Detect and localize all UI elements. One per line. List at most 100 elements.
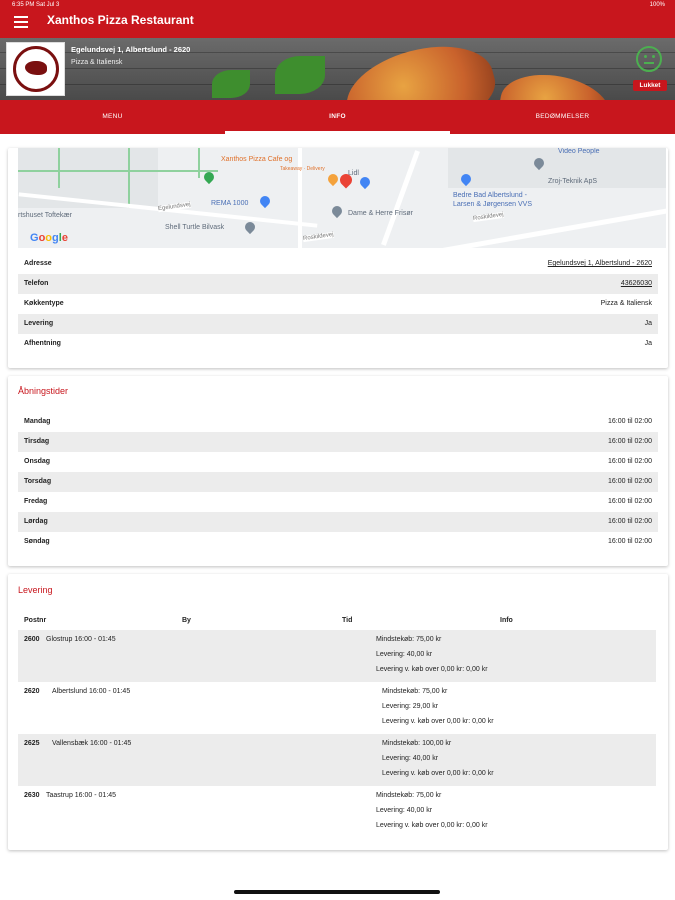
hours-time: 16:00 til 02:00 — [608, 418, 652, 425]
hours-row: Søndag 16:00 til 02:00 — [18, 532, 658, 552]
delivery-city-time: Albertslund 16:00 - 01:45 — [52, 688, 131, 695]
info-card: Xanthos Pizza Cafe og Takeaway · Deliver… — [8, 148, 668, 368]
banner-cuisine: Pizza & Italiensk — [71, 59, 123, 66]
map-label-shell: Shell Turtle Bilvask — [165, 224, 225, 231]
hours-row: Mandag 16:00 til 02:00 — [18, 412, 658, 432]
basil-leaf-image — [275, 56, 325, 94]
opening-hours-title: Åbningstider — [18, 386, 69, 396]
hamburger-menu-icon[interactable] — [14, 16, 28, 30]
info-label: Adresse — [24, 260, 52, 267]
hours-day: Torsdag — [24, 478, 52, 485]
tab-info[interactable]: INFO — [225, 100, 450, 134]
battery-indicator: 100% — [649, 2, 665, 8]
map-pin-icon — [201, 169, 217, 185]
app-bar: Xanthos Pizza Restaurant — [0, 10, 675, 38]
hours-day: Lørdag — [24, 518, 48, 525]
closed-status-badge: Lukket — [633, 80, 667, 91]
tab-bar: MENU INFO BEDØMMELSER — [0, 100, 675, 134]
hours-day: Onsdag — [24, 458, 51, 465]
delivery-postnr: 2630 — [24, 792, 40, 799]
info-label: Telefon — [24, 280, 49, 287]
delivery-free: Levering v. køb over 0,00 kr: 0,00 kr — [382, 718, 494, 725]
address-link[interactable]: Egelundsvej 1, Albertslund - 2620 — [548, 260, 652, 267]
delivery-fee: Levering: 40,00 kr — [376, 807, 433, 814]
hours-row: Torsdag 16:00 til 02:00 — [18, 472, 658, 492]
map-label-xanthos-sub: Takeaway · Delivery — [280, 166, 325, 172]
info-label: Køkkentype — [24, 300, 64, 307]
delivery-city-time: Vallensbæk 16:00 - 01:45 — [52, 740, 132, 747]
map-label-roskildevej: Roskildevej — [302, 231, 334, 243]
smiley-icon — [636, 46, 662, 72]
delivery-row: 2625 Vallensbæk 16:00 - 01:45 Mindstekøb… — [18, 734, 656, 786]
delivery-free: Levering v. køb over 0,00 kr: 0,00 kr — [376, 666, 488, 673]
tab-menu[interactable]: MENU — [0, 100, 225, 134]
map-label-roskildevej: Roskildevej — [472, 211, 504, 223]
column-header-tid: Tid — [342, 617, 353, 624]
info-label: Afhentning — [24, 340, 61, 347]
map-label-elteknik: Zroj-Teknik ApS — [548, 178, 598, 185]
info-row-cuisine: Køkkentype Pizza & Italiensk — [18, 294, 658, 314]
column-header-info: Info — [500, 617, 513, 624]
map-pin-icon — [357, 174, 373, 190]
basil-leaf-image — [212, 70, 250, 98]
hours-time: 16:00 til 02:00 — [608, 518, 652, 525]
hours-time: 16:00 til 02:00 — [608, 538, 652, 545]
delivery-min: Mindstekøb: 75,00 kr — [376, 792, 442, 799]
status-bar: 6:35 PM Sat Jul 3 100% — [0, 0, 675, 10]
delivery-free: Levering v. køb over 0,00 kr: 0,00 kr — [376, 822, 488, 829]
hours-row: Tirsdag 16:00 til 02:00 — [18, 432, 658, 452]
map-label-bedrebad: Bedre Bad Albertslund - — [453, 192, 527, 199]
delivery-min: Mindstekøb: 100,00 kr — [382, 740, 452, 747]
column-header-by: By — [182, 617, 191, 624]
info-row-phone: Telefon 43626030 — [18, 274, 658, 294]
google-logo: Google — [30, 232, 68, 244]
delivery-postnr: 2625 — [24, 740, 40, 747]
map-label-videopeople: Video People — [558, 148, 600, 155]
hours-day: Søndag — [24, 538, 50, 545]
delivery-card: Levering Postnr By Tid Info 2600 Glostru… — [8, 574, 668, 850]
delivery-min: Mindstekøb: 75,00 kr — [376, 636, 442, 643]
home-indicator[interactable] — [234, 890, 440, 894]
delivery-postnr: 2600 — [24, 636, 40, 643]
info-value: Ja — [644, 340, 652, 347]
column-header-postnr: Postnr — [24, 617, 47, 624]
delivery-row: 2620 Albertslund 16:00 - 01:45 Mindstekø… — [18, 682, 656, 734]
delivery-free: Levering v. køb over 0,00 kr: 0,00 kr — [382, 770, 494, 777]
hours-time: 16:00 til 02:00 — [608, 498, 652, 505]
delivery-row: 2630 Taastrup 16:00 - 01:45 Mindstekøb: … — [18, 786, 656, 838]
map-pin-icon — [329, 203, 345, 219]
hours-time: 16:00 til 02:00 — [608, 438, 652, 445]
hours-row: Fredag 16:00 til 02:00 — [18, 492, 658, 512]
map-pin-icon — [242, 219, 258, 235]
restaurant-banner: Egelundsvej 1, Albertslund - 2620 Pizza … — [0, 38, 675, 100]
opening-hours-card: Åbningstider Mandag 16:00 til 02:00 Tirs… — [8, 376, 668, 566]
map-label-toftekaer: rtshuset Toftekær — [18, 212, 72, 219]
active-tab-indicator — [225, 131, 450, 134]
hours-row: Lørdag 16:00 til 02:00 — [18, 512, 658, 532]
phone-link[interactable]: 43626030 — [621, 280, 652, 287]
info-row-delivery: Levering Ja — [18, 314, 658, 334]
map-label-frisor: Dame & Herre Frisør — [348, 210, 413, 217]
delivery-city-time: Glostrup 16:00 - 01:45 — [46, 636, 116, 643]
hours-time: 16:00 til 02:00 — [608, 478, 652, 485]
delivery-fee: Levering: 40,00 kr — [382, 755, 439, 762]
location-map[interactable]: Xanthos Pizza Cafe og Takeaway · Deliver… — [18, 148, 666, 248]
info-row-pickup: Afhentning Ja — [18, 334, 658, 354]
hours-day: Mandag — [24, 418, 51, 425]
banner-address: Egelundsvej 1, Albertslund - 2620 — [71, 45, 191, 54]
map-pin-icon — [257, 193, 273, 209]
restaurant-logo — [6, 42, 65, 96]
delivery-fee: Levering: 29,00 kr — [382, 703, 439, 710]
hours-row: Onsdag 16:00 til 02:00 — [18, 452, 658, 472]
info-value: Ja — [644, 320, 652, 327]
delivery-row: 2600 Glostrup 16:00 - 01:45 Mindstekøb: … — [18, 630, 656, 682]
delivery-postnr: 2620 — [24, 688, 40, 695]
info-label: Levering — [24, 320, 54, 327]
map-label-rema: REMA 1000 — [211, 200, 249, 207]
info-value: Pizza & Italiensk — [600, 300, 652, 307]
delivery-city-time: Taastrup 16:00 - 01:45 — [46, 792, 117, 799]
hours-time: 16:00 til 02:00 — [608, 458, 652, 465]
map-label-bedrebad2: Larsen & Jørgensen VVS — [453, 201, 532, 208]
pizza-image — [337, 38, 503, 100]
tab-reviews[interactable]: BEDØMMELSER — [450, 100, 675, 134]
